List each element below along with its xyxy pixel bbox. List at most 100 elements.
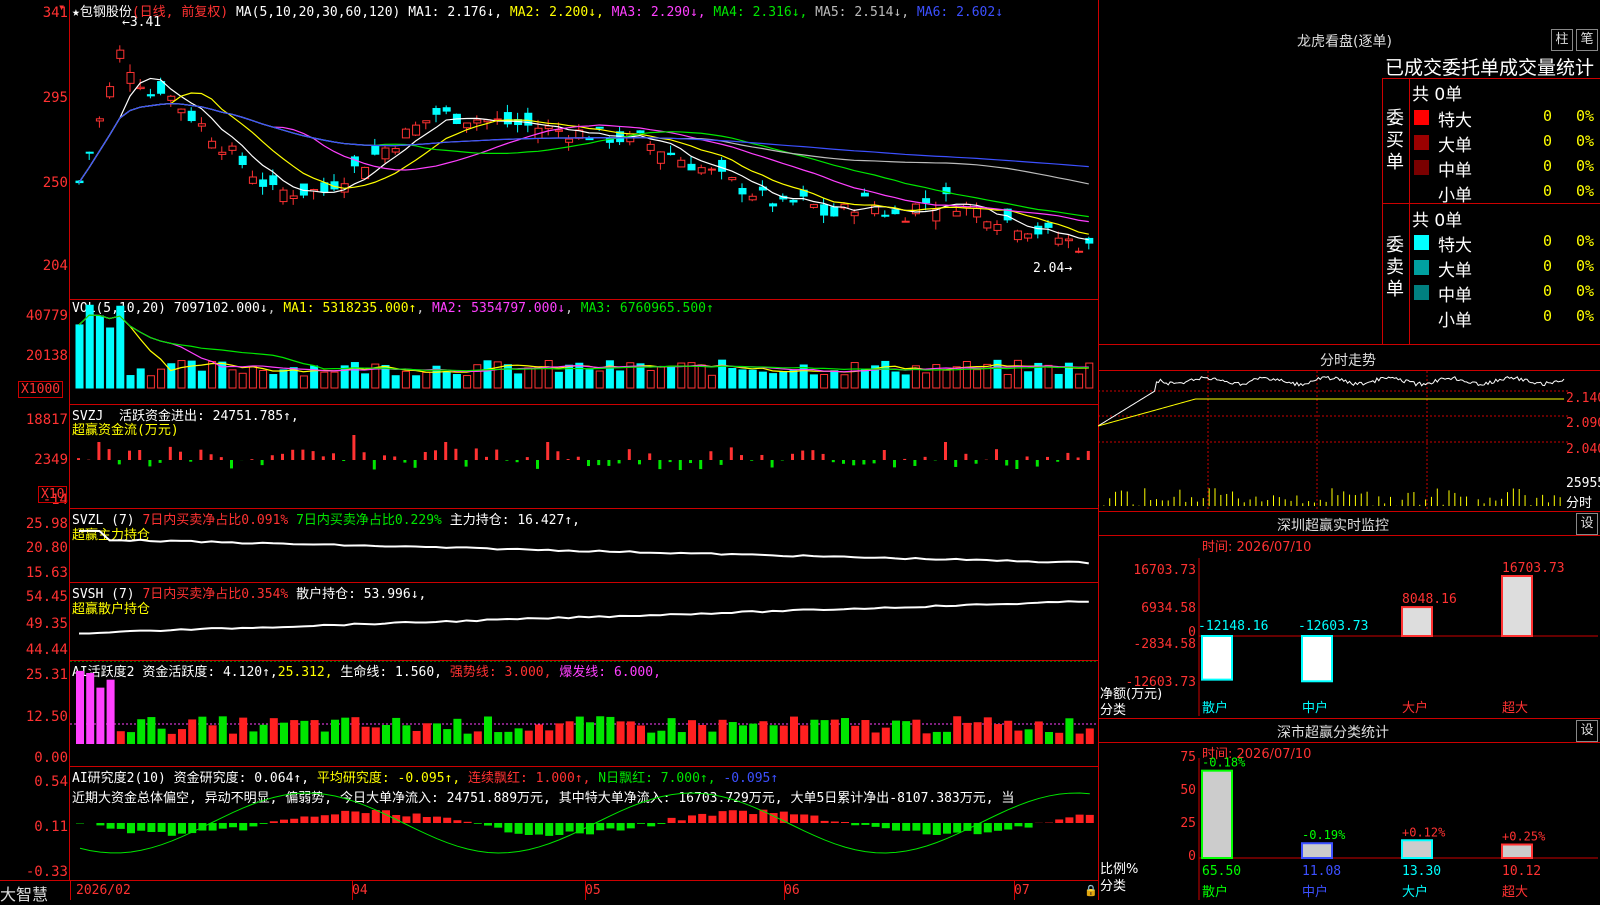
candle-body — [198, 124, 205, 126]
activity-bar — [1045, 732, 1053, 744]
candle-body — [178, 109, 185, 113]
intraday-chart[interactable] — [1098, 371, 1568, 511]
stat-ratio-bar — [1402, 840, 1432, 858]
order-row-count: 0 — [1543, 157, 1552, 175]
research-bar — [96, 823, 104, 825]
candle-body — [790, 200, 797, 202]
research-bar — [321, 815, 329, 823]
order-row-name: 特大 — [1438, 106, 1472, 131]
research-bar — [892, 823, 900, 831]
activity-bar — [647, 733, 655, 744]
volume-bar — [107, 328, 114, 388]
research-bar — [525, 823, 533, 835]
stat-settings-button[interactable]: 设 — [1576, 720, 1598, 742]
sell-side-label: 委卖单 — [1386, 235, 1406, 301]
activity-bar — [178, 729, 186, 744]
flow-bar — [301, 450, 304, 460]
ai-activity-chart[interactable] — [70, 661, 1098, 765]
svzl-chart[interactable] — [70, 509, 1098, 581]
lock-icon[interactable]: 🔒 — [1084, 884, 1098, 897]
sz-settings-button[interactable]: 设 — [1576, 513, 1598, 535]
stat-ratio-bar — [1202, 771, 1232, 858]
volume-bar — [861, 370, 868, 388]
flow-bar — [261, 460, 264, 465]
order-row-count: 0 — [1543, 132, 1552, 150]
indicator-line — [79, 601, 1089, 633]
ai-research-axis-label: 0.54 — [2, 774, 68, 790]
candle-body — [96, 119, 103, 121]
activity-bar — [617, 721, 625, 744]
flow-bar — [516, 460, 519, 462]
volume-bar — [260, 370, 267, 388]
research-bar — [739, 811, 747, 823]
research-bar — [433, 817, 441, 823]
order-row-percent: 0% — [1576, 182, 1594, 200]
flow-bar — [597, 460, 600, 465]
activity-bar — [708, 732, 716, 744]
order-color-swatch — [1414, 110, 1429, 125]
svzj-chart[interactable] — [70, 405, 1098, 507]
flow-bar — [271, 455, 274, 460]
volume-bar — [892, 372, 899, 388]
flow-bar — [505, 460, 508, 461]
activity-bar — [535, 725, 543, 744]
volume-bar — [647, 370, 654, 388]
sz-net-bar-chart[interactable]: 16703.736934.580-2834.58-12603.73-12148.… — [1098, 536, 1600, 716]
research-bar — [331, 814, 339, 823]
volume-bar — [586, 370, 593, 388]
candle-body — [739, 188, 746, 193]
activity-bar — [974, 722, 982, 744]
volume-ma-line — [79, 315, 1089, 372]
flow-bar — [363, 452, 366, 460]
research-bar — [300, 816, 308, 823]
volume-bar — [963, 361, 970, 388]
candle-body — [555, 130, 562, 131]
activity-bar — [770, 725, 778, 744]
activity-bar — [698, 725, 706, 744]
flow-bar — [791, 454, 794, 460]
activity-bar — [1076, 734, 1084, 744]
volume-bar — [300, 376, 307, 388]
flow-bar — [1026, 456, 1029, 460]
activity-bar — [300, 721, 308, 744]
flow-bar — [434, 450, 437, 460]
bar-view-button[interactable]: 柱 — [1551, 29, 1573, 51]
volume-bar — [1055, 374, 1062, 388]
research-bar — [260, 823, 268, 824]
research-bar — [861, 823, 869, 825]
activity-bar — [821, 720, 829, 744]
ai-research-chart[interactable] — [70, 767, 1098, 880]
activity-bar — [351, 717, 359, 744]
candle-body — [892, 210, 899, 214]
research-bar — [719, 811, 727, 823]
volume-bar — [362, 374, 369, 388]
tick-view-button[interactable]: 笔 — [1576, 29, 1598, 51]
research-bar — [382, 810, 390, 823]
svzl-axis-label: 15.63 — [2, 565, 68, 581]
svzl-axis-label: 20.80 — [2, 540, 68, 556]
candle-body — [402, 129, 409, 138]
research-bar — [290, 819, 298, 823]
volume-chart[interactable] — [70, 300, 1098, 403]
volume-bar — [749, 370, 756, 388]
research-bar — [423, 817, 431, 823]
sz-ratio-bar-chart[interactable]: 7550250-0.18%65.50散户-0.19%11.08中户+0.12%1… — [1098, 743, 1600, 900]
research-bar — [1055, 819, 1063, 823]
flow-bar — [291, 450, 294, 460]
activity-bar — [504, 732, 512, 744]
volume-bar — [96, 316, 103, 388]
research-line — [80, 793, 1090, 853]
order-color-swatch — [1414, 135, 1429, 150]
activity-bar — [729, 722, 737, 744]
svsh-chart[interactable] — [70, 583, 1098, 659]
flow-bar — [628, 449, 631, 460]
candlestick-chart[interactable] — [70, 0, 1098, 300]
volume-bar — [800, 365, 807, 388]
flow-bar — [709, 451, 712, 460]
volume-bar — [923, 373, 930, 388]
buy-total: 共 0单 — [1412, 80, 1462, 105]
intraday-axis-label: 2.090 — [1566, 416, 1600, 431]
flow-bar — [924, 457, 927, 460]
activity-bar — [341, 718, 349, 744]
volume-bar — [698, 365, 705, 388]
